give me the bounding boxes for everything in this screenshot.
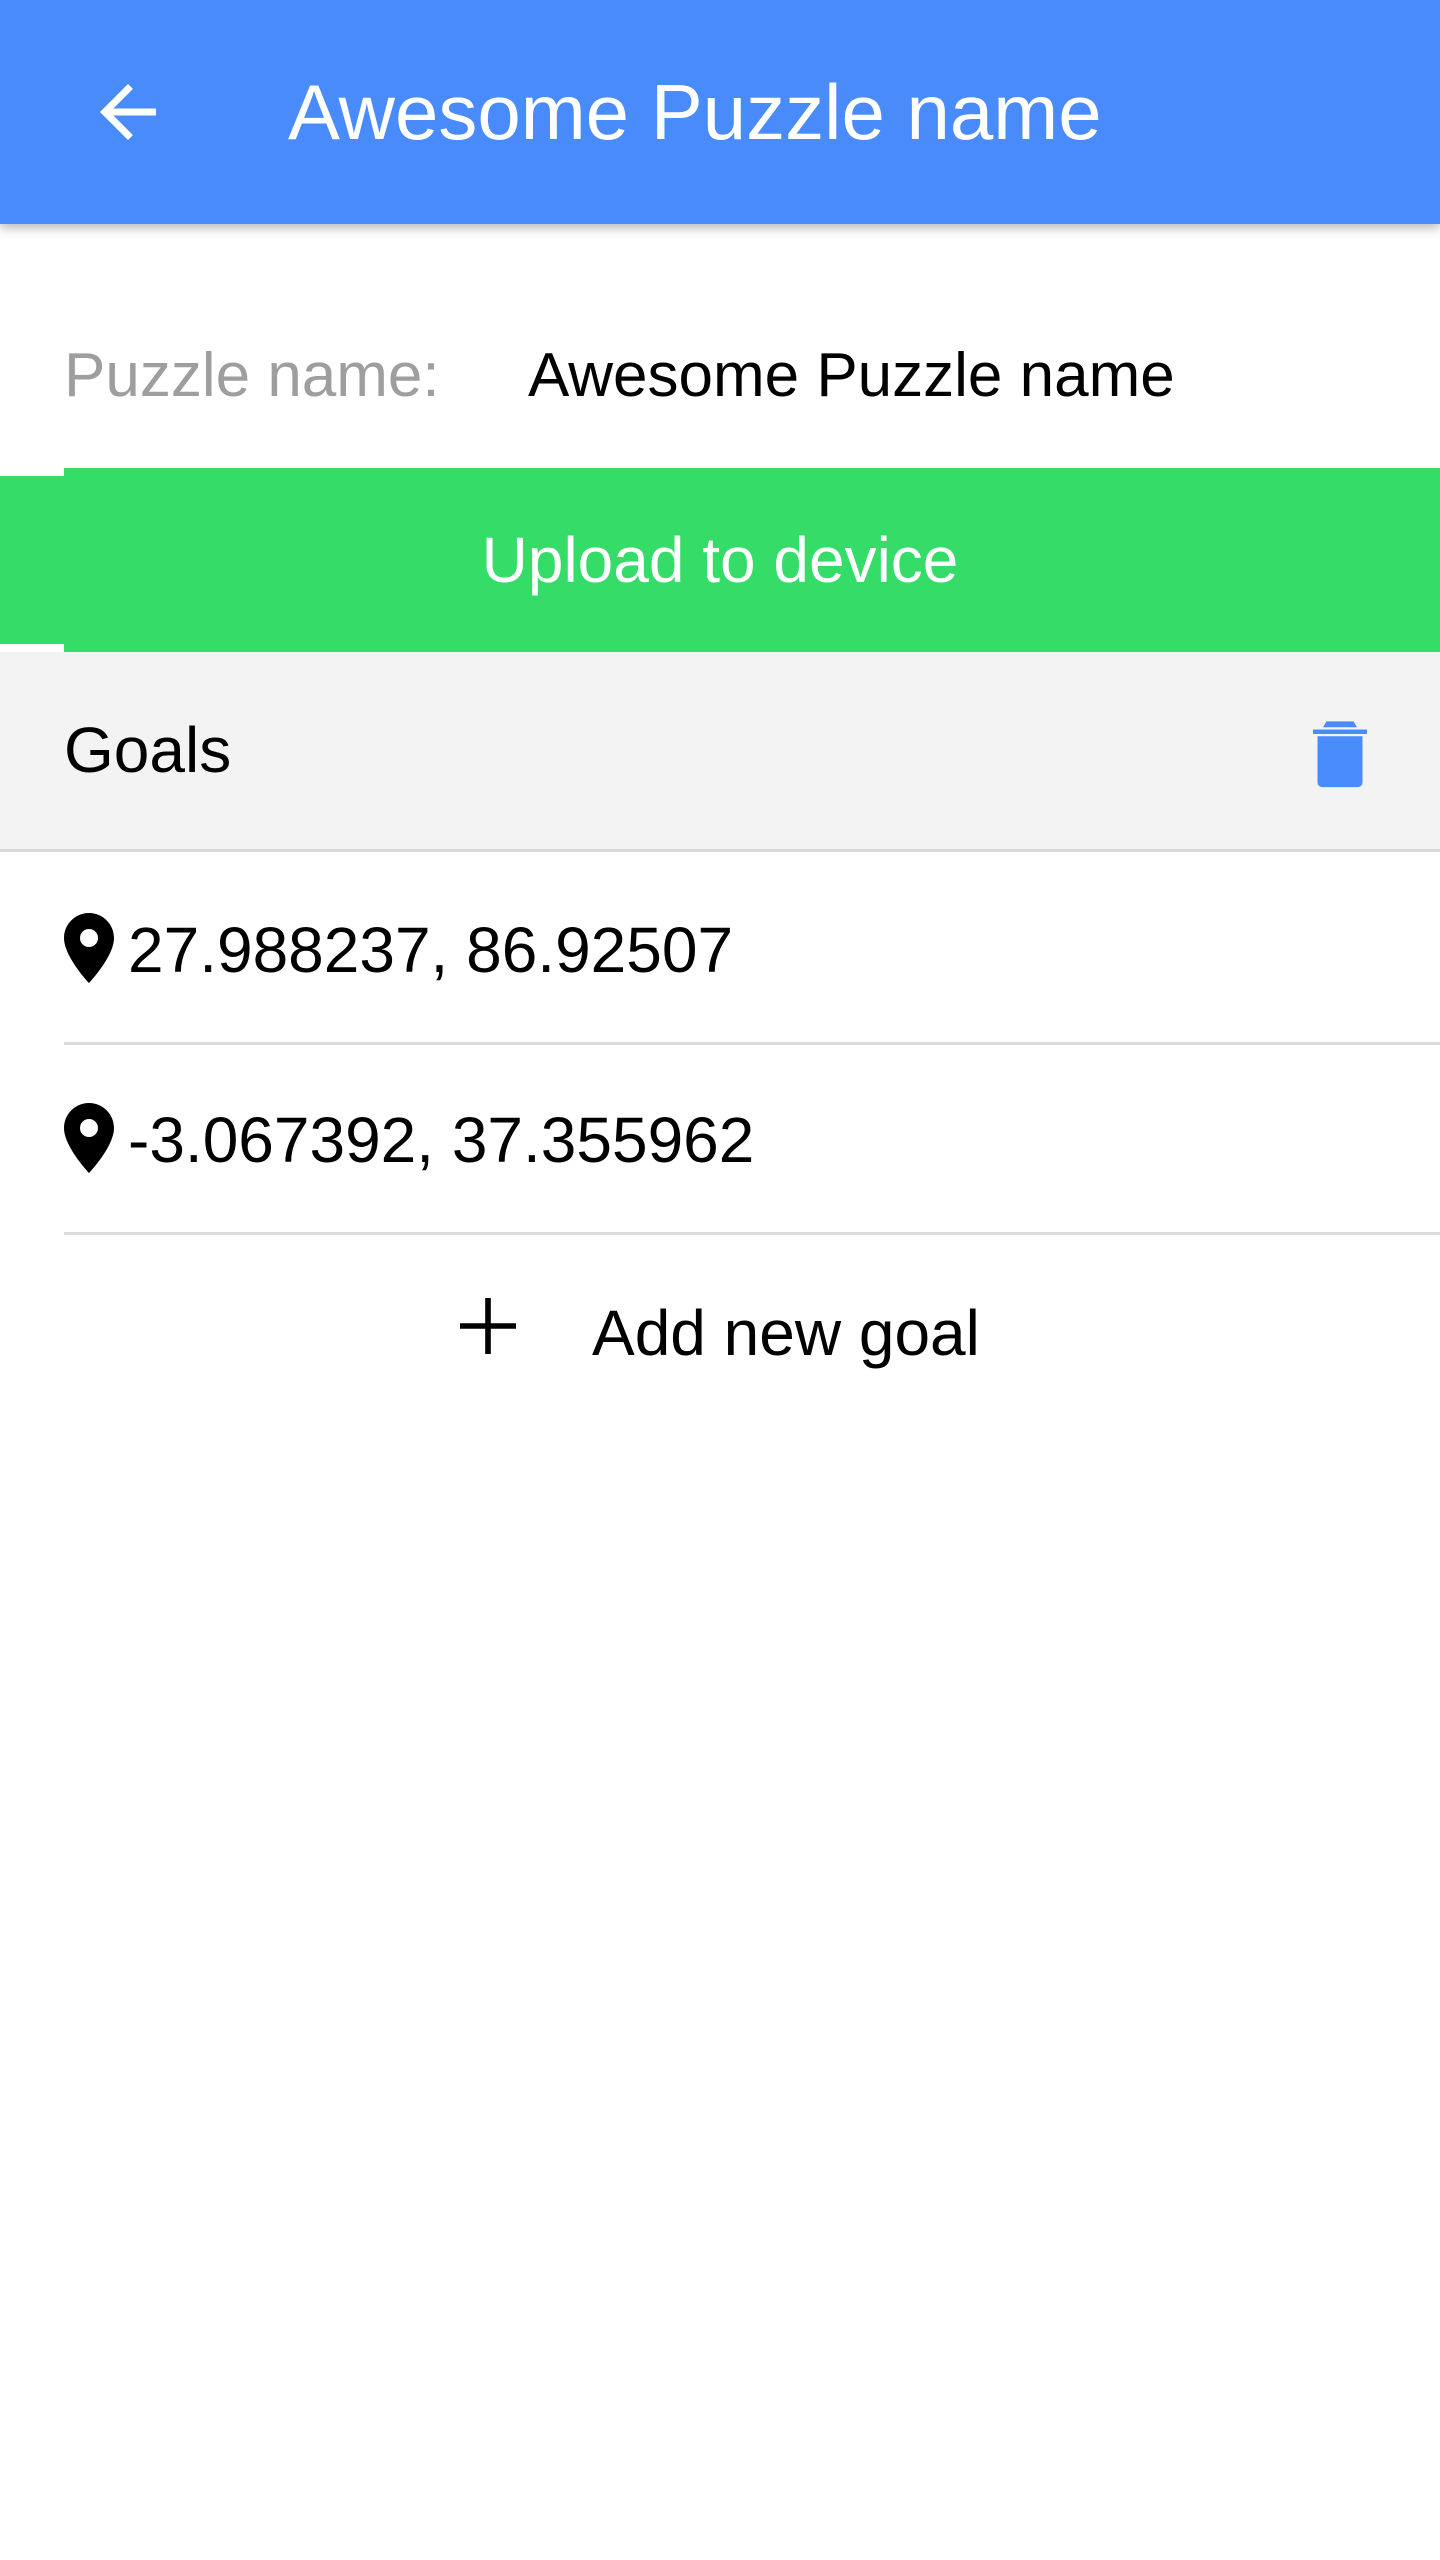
goal-coordinates: 27.988237, 86.92507 <box>128 914 734 986</box>
add-new-goal-button[interactable]: Add new goal <box>440 1238 1040 1428</box>
goal-coordinates: -3.067392, 37.355962 <box>128 1104 755 1176</box>
arrow-back-icon <box>100 84 156 140</box>
trash-icon <box>1313 721 1367 788</box>
puzzle-name-label: Puzzle name: <box>64 341 440 410</box>
plus-icon <box>460 1298 516 1354</box>
location-pin-icon <box>64 913 114 983</box>
add-new-goal-label: Add new goal <box>592 1297 980 1369</box>
delete-goals-button[interactable] <box>1290 702 1390 802</box>
back-button[interactable] <box>64 48 192 176</box>
goal-list-item[interactable]: 27.988237, 86.92507 <box>64 855 1440 1045</box>
puzzle-name-input[interactable] <box>528 332 1428 418</box>
goals-header: Goals <box>0 652 1440 852</box>
upload-to-device-button[interactable]: Upload to device <box>0 468 1440 652</box>
page-title: Awesome Puzzle name <box>288 68 1102 156</box>
puzzle-name-row: Puzzle name: <box>64 300 1440 450</box>
location-pin-icon <box>64 1103 114 1173</box>
goal-list-item[interactable]: -3.067392, 37.355962 <box>64 1045 1440 1235</box>
goals-title: Goals <box>64 714 232 786</box>
app-bar: Awesome Puzzle name <box>0 0 1440 224</box>
